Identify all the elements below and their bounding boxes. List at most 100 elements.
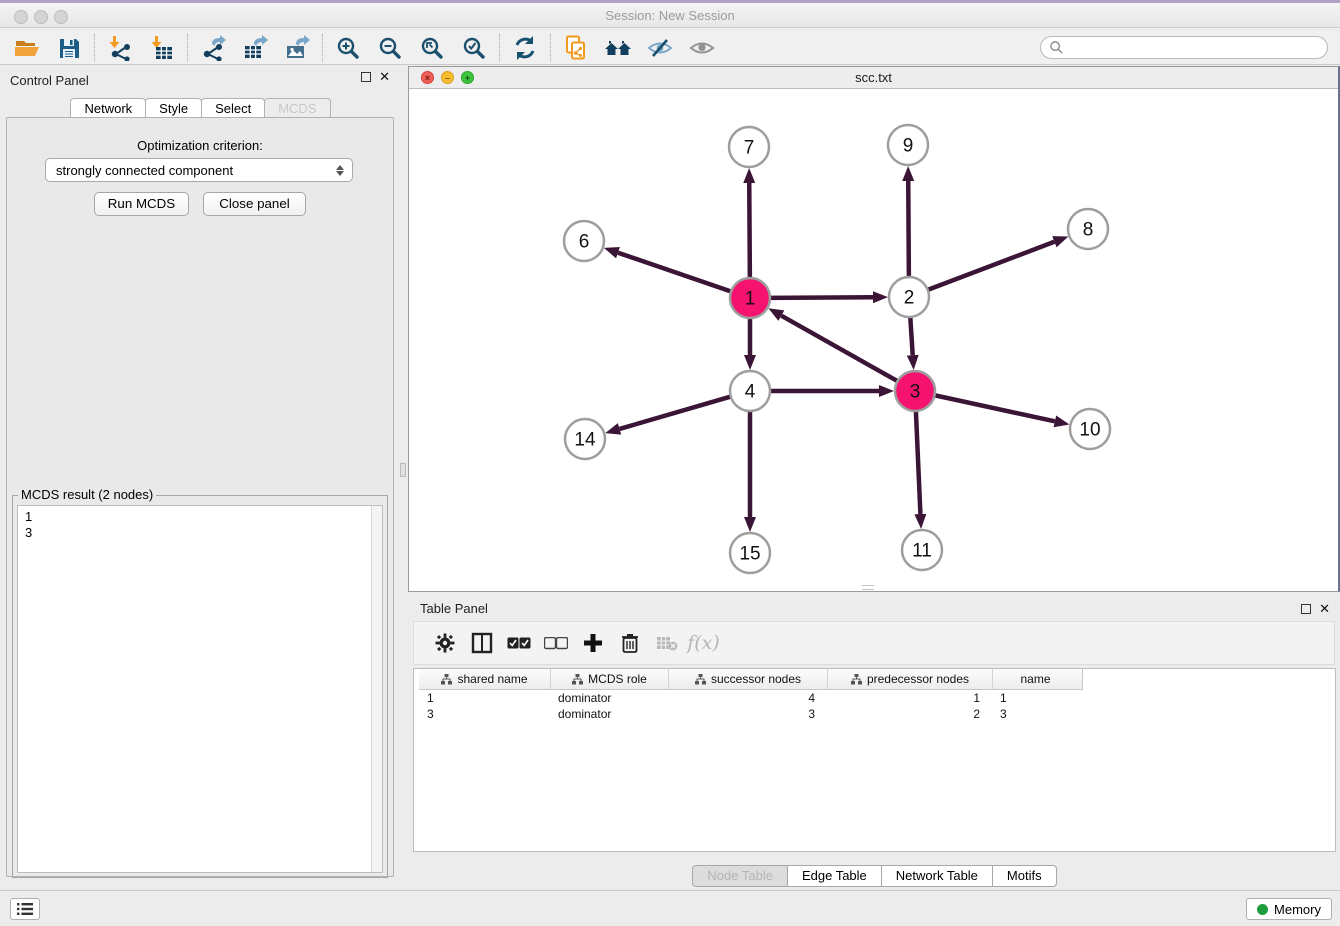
mcds-result-text[interactable]: 13 <box>17 505 383 873</box>
show-graphics-button[interactable] <box>681 33 723 63</box>
tab-select[interactable]: Select <box>201 98 265 119</box>
table-cell[interactable]: 2 <box>827 706 992 722</box>
splitter-handle[interactable] <box>400 463 406 477</box>
table-header-row: shared nameMCDS rolesuccessor nodesprede… <box>419 669 1083 690</box>
table-cell[interactable]: 3 <box>668 706 827 722</box>
close-panel-icon[interactable]: ✕ <box>1319 604 1330 614</box>
tab-network[interactable]: Network <box>70 98 146 119</box>
window-close-button[interactable] <box>14 10 28 24</box>
network-window-titlebar[interactable]: × – + scc.txt <box>409 67 1338 89</box>
column-header-shared-name[interactable]: shared name <box>419 669 550 689</box>
memory-button[interactable]: Memory <box>1246 898 1332 920</box>
node-label: 8 <box>1083 220 1094 241</box>
close-panel-icon[interactable]: ✕ <box>379 72 390 82</box>
gear-icon <box>435 633 455 653</box>
table-cell[interactable]: 3 <box>419 706 550 722</box>
export-table-button[interactable] <box>234 33 276 63</box>
tab-network-table[interactable]: Network Table <box>881 865 993 887</box>
network-minimize-icon[interactable]: – <box>441 71 454 84</box>
column-header-predecessor-nodes[interactable]: predecessor nodes <box>827 669 992 689</box>
table-toolbar: f(x) <box>413 621 1335 665</box>
add-icon <box>583 633 603 653</box>
add-column-button[interactable] <box>574 626 611 660</box>
table-cell[interactable]: 3 <box>992 706 1078 722</box>
zoom-fit-button[interactable] <box>411 33 453 63</box>
network-maximize-icon[interactable]: + <box>461 71 474 84</box>
node-table[interactable]: shared nameMCDS rolesuccessor nodesprede… <box>413 668 1336 852</box>
network-close-icon[interactable]: × <box>421 71 434 84</box>
tab-style[interactable]: Style <box>145 98 202 119</box>
control-panel-title: Control Panel <box>10 73 89 88</box>
show-columns-button[interactable] <box>463 626 500 660</box>
zoom-in-button[interactable] <box>327 33 369 63</box>
edge-4-14[interactable] <box>620 397 731 429</box>
open-session-button[interactable] <box>6 33 48 63</box>
fx-icon: f(x) <box>687 632 720 654</box>
window-resize-handle[interactable] <box>862 585 874 590</box>
delete-table-button[interactable] <box>648 626 685 660</box>
float-panel-icon[interactable] <box>1301 604 1311 614</box>
edge-1-7[interactable] <box>749 183 750 278</box>
node-label: 4 <box>745 382 756 403</box>
column-header-successor-nodes[interactable]: successor nodes <box>668 669 827 689</box>
panel-splitter[interactable] <box>400 65 408 878</box>
hide-graphics-button[interactable] <box>639 33 681 63</box>
save-session-button[interactable] <box>48 33 90 63</box>
tab-motifs[interactable]: Motifs <box>992 865 1057 887</box>
toolbar-separator <box>499 34 500 62</box>
clone-network-button[interactable] <box>555 33 597 63</box>
zoom-out-button[interactable] <box>369 33 411 63</box>
tab-mcds[interactable]: MCDS <box>264 98 330 119</box>
search-field[interactable] <box>1040 36 1328 59</box>
criterion-select[interactable]: strongly connected component <box>45 158 353 182</box>
result-line: 3 <box>25 525 382 541</box>
columns-icon <box>471 632 493 654</box>
tab-edge-table[interactable]: Edge Table <box>787 865 882 887</box>
edge-2-3[interactable] <box>910 317 912 355</box>
deselect-all-button[interactable] <box>537 626 574 660</box>
status-bar: Memory <box>0 890 1340 926</box>
table-settings-button[interactable] <box>426 626 463 660</box>
zoom-selected-button[interactable] <box>453 33 495 63</box>
network-canvas[interactable]: 1234678910111415 <box>409 89 1337 590</box>
select-all-button[interactable] <box>500 626 537 660</box>
edge-1-2[interactable] <box>770 297 873 298</box>
window-zoom-button[interactable] <box>54 10 68 24</box>
save-session-icon <box>57 36 81 60</box>
table-cell[interactable]: 1 <box>419 690 550 706</box>
apply-layout-button[interactable] <box>504 33 546 63</box>
network-view-window: × – + scc.txt 1234678910111415 <box>408 66 1340 592</box>
task-history-button[interactable] <box>10 898 40 920</box>
column-header-name[interactable]: name <box>992 669 1078 689</box>
table-row[interactable]: 3dominator323 <box>419 706 1083 722</box>
edge-1-6[interactable] <box>618 253 731 292</box>
edge-3-11[interactable] <box>916 411 921 514</box>
table-cell[interactable]: 1 <box>827 690 992 706</box>
run-mcds-button[interactable]: Run MCDS <box>94 192 189 216</box>
window-minimize-button[interactable] <box>34 10 48 24</box>
search-input[interactable] <box>1064 40 1327 55</box>
delete-column-button[interactable] <box>611 626 648 660</box>
export-network-button[interactable] <box>192 33 234 63</box>
edge-2-8[interactable] <box>928 242 1055 290</box>
export-image-button[interactable] <box>276 33 318 63</box>
function-builder-button[interactable]: f(x) <box>685 626 722 660</box>
import-network-button[interactable] <box>99 33 141 63</box>
import-table-button[interactable] <box>141 33 183 63</box>
hide-graphics-icon <box>647 35 673 61</box>
close-panel-button[interactable]: Close panel <box>203 192 306 216</box>
graphics-details-button[interactable] <box>597 33 639 63</box>
edge-2-9[interactable] <box>908 181 909 277</box>
float-panel-icon[interactable] <box>361 72 371 82</box>
edge-3-10[interactable] <box>935 395 1055 421</box>
result-scrollbar[interactable] <box>371 506 382 872</box>
table-cell[interactable]: 1 <box>992 690 1078 706</box>
table-cell[interactable]: dominator <box>550 690 668 706</box>
table-cell[interactable]: dominator <box>550 706 668 722</box>
edge-3-1[interactable] <box>781 316 897 382</box>
delete-table-icon <box>656 635 678 651</box>
column-header-MCDS-role[interactable]: MCDS role <box>550 669 668 689</box>
table-row[interactable]: 1dominator411 <box>419 690 1083 706</box>
tab-node-table[interactable]: Node Table <box>692 865 788 887</box>
table-cell[interactable]: 4 <box>668 690 827 706</box>
